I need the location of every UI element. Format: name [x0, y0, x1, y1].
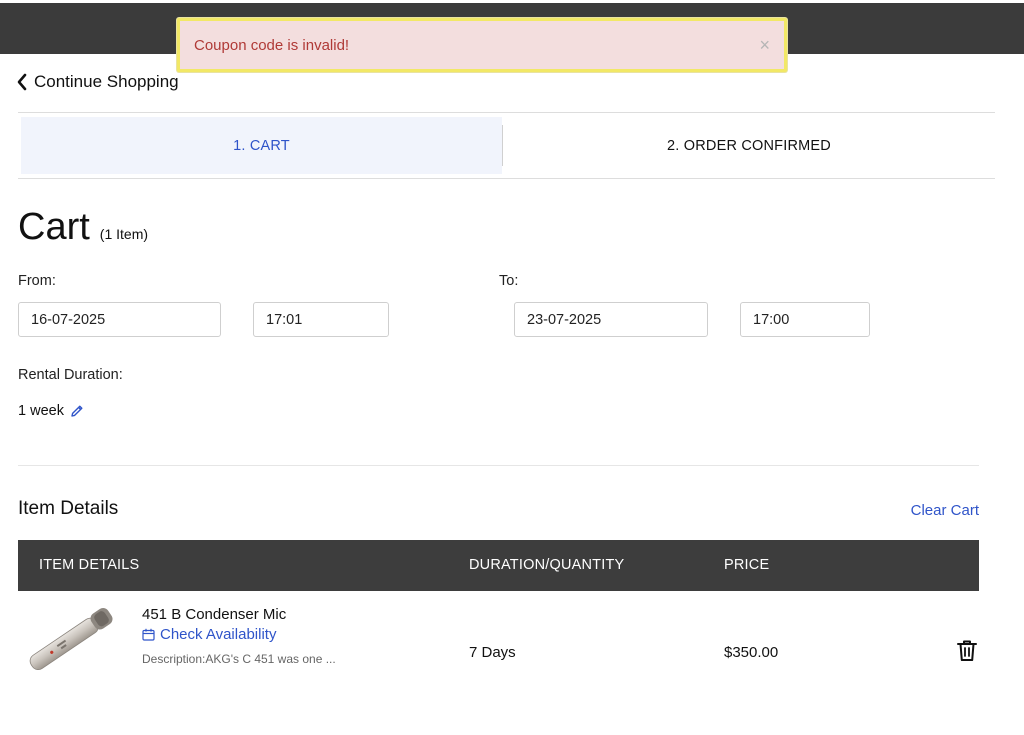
- continue-shopping-label: Continue Shopping: [34, 72, 179, 91]
- trash-icon[interactable]: [956, 639, 978, 663]
- table-row: 451 B Condenser Mic Check Availability D…: [18, 596, 979, 686]
- microphone-image: [29, 608, 113, 671]
- table-header: ITEM DETAILS DURATION/QUANTITY PRICE: [18, 540, 979, 591]
- check-availability-link[interactable]: Check Availability: [142, 626, 276, 643]
- toast-message: Coupon code is invalid!: [194, 36, 350, 54]
- chevron-left-icon: [17, 73, 27, 91]
- item-duration: 7 Days: [469, 644, 516, 661]
- to-time-input[interactable]: [740, 302, 870, 337]
- header-item-details: ITEM DETAILS: [39, 557, 140, 573]
- from-time-input[interactable]: [253, 302, 389, 337]
- step-order-confirmed[interactable]: 2. ORDER CONFIRMED: [503, 113, 995, 178]
- from-label: From:: [18, 273, 56, 289]
- rental-duration: 1 week: [18, 403, 84, 419]
- clear-cart-link[interactable]: Clear Cart: [911, 502, 979, 519]
- cart-heading: Cart: [18, 206, 90, 248]
- check-availability-label: Check Availability: [160, 626, 277, 643]
- step-cart[interactable]: 1. CART: [21, 117, 502, 174]
- item-details-title: Item Details: [18, 498, 119, 519]
- error-toast: Coupon code is invalid! ×: [177, 18, 787, 72]
- page-title: Cart (1 Item): [18, 206, 148, 249]
- item-price: $350.00: [724, 644, 779, 661]
- section-divider: [18, 465, 979, 466]
- header-duration-quantity: DURATION/QUANTITY: [469, 557, 625, 573]
- item-description: Description:AKG's C 451 was one ...: [142, 652, 336, 666]
- rental-duration-label: Rental Duration:: [18, 367, 123, 383]
- item-count: (1 Item): [99, 226, 149, 242]
- item-name: 451 B Condenser Mic: [142, 606, 287, 623]
- close-icon[interactable]: ×: [759, 36, 770, 54]
- continue-shopping-link[interactable]: Continue Shopping: [16, 72, 179, 92]
- checkout-steps: 1. CART 2. ORDER CONFIRMED: [18, 112, 995, 179]
- calendar-icon: [142, 628, 155, 641]
- header-price: PRICE: [724, 557, 770, 573]
- rental-duration-value: 1 week: [18, 403, 64, 419]
- to-label: To:: [499, 273, 519, 289]
- from-date-input[interactable]: [18, 302, 221, 337]
- pencil-icon[interactable]: [70, 404, 84, 418]
- to-date-input[interactable]: [514, 302, 708, 337]
